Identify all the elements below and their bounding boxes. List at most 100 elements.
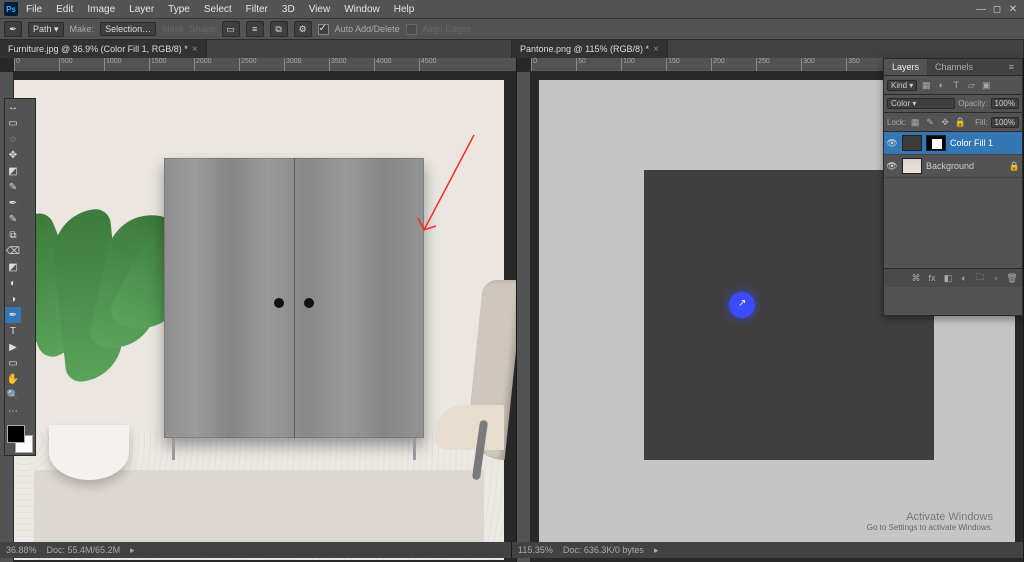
window-minimize-icon[interactable]: — [974,2,988,16]
layer-thumbnail[interactable] [902,158,922,174]
document-tab-right[interactable]: Pantone.png @ 115% (RGB/8) * × [512,40,668,58]
make-selection-button[interactable]: Selection… [100,22,156,36]
align-edges-checkbox[interactable] [406,24,417,35]
visibility-toggle-icon[interactable]: 👁 [886,137,898,149]
path-arrangement-icon[interactable]: ⧉ [270,21,288,37]
layer-thumbnail[interactable] [902,135,922,151]
menu-3d[interactable]: 3D [276,4,301,15]
path-select-tool-icon[interactable]: ▶ [5,339,21,355]
type-tool-icon[interactable]: T [5,323,21,339]
lock-transparency-icon[interactable]: ▦ [909,116,921,128]
layer-row-colorfill[interactable]: 👁 Color Fill 1 [884,132,1022,155]
zoom-level-right[interactable]: 115.35% [518,545,553,555]
menu-select[interactable]: Select [198,4,238,15]
hand-tool-icon[interactable]: ✋ [5,371,21,387]
lock-all-icon[interactable]: 🔒 [954,116,966,128]
path-alignment-icon[interactable]: ≡ [246,21,264,37]
status-disclosure-icon[interactable]: ▸ [654,545,659,556]
menu-file[interactable]: File [20,4,48,15]
adjustment-layer-icon[interactable]: ◐ [958,272,970,284]
layer-mask-thumbnail[interactable] [926,135,946,151]
layer-style-icon[interactable]: fx [926,272,938,284]
gradient-tool-icon[interactable]: ◩ [5,259,21,275]
window-maximize-icon[interactable]: ◻ [990,2,1004,16]
dodge-tool-icon[interactable]: ◑ [5,291,21,307]
path-mode-select[interactable]: Path ▾ [28,22,64,37]
lasso-tool-icon[interactable]: ◌ [5,131,21,147]
opacity-label: Opacity: [958,99,987,108]
ruler-horizontal[interactable]: 0 500 1000 1500 2000 2500 3000 3500 4000… [14,58,516,72]
pen-tool-icon[interactable]: ✒ [5,307,21,323]
ruler-vertical[interactable] [517,72,531,562]
menu-edit[interactable]: Edit [50,4,79,15]
zoom-level-left[interactable]: 36.88% [6,545,37,555]
eraser-tool-icon[interactable]: ⌫ [5,243,21,259]
close-tab-icon[interactable]: × [653,44,659,55]
new-layer-icon[interactable]: ▫ [990,272,1002,284]
menu-bar: Ps File Edit Image Layer Type Select Fil… [0,0,1024,18]
doc-size-left[interactable]: Doc: 55.4M/65.2M [47,545,121,555]
ruler-tick: 0 [531,58,576,71]
blend-mode-select[interactable]: Color ▾ [887,98,955,109]
tool-preset-icon[interactable]: ✒ [4,21,22,37]
spot-heal-tool-icon[interactable]: ✒ [5,195,21,211]
lock-position-icon[interactable]: ✥ [939,116,951,128]
group-icon[interactable]: 🗀 [974,272,986,284]
path-operations-icon[interactable]: ▭ [222,21,240,37]
menu-layer[interactable]: Layer [123,4,160,15]
armchair [424,280,504,480]
auto-add-delete-checkbox[interactable] [318,24,329,35]
marquee-tool-icon[interactable]: ▭ [5,115,21,131]
window-close-icon[interactable]: ✕ [1006,2,1020,16]
filter-smart-icon[interactable]: ▣ [980,79,992,91]
menu-filter[interactable]: Filter [240,4,274,15]
layers-panel-footer: ⌘ fx ◧ ◐ 🗀 ▫ 🗑 [884,268,1022,287]
lock-pixels-icon[interactable]: ✎ [924,116,936,128]
filter-shape-icon[interactable]: ▱ [965,79,977,91]
zoom-tool-icon[interactable]: 🔍 [5,387,21,403]
color-swatches[interactable] [5,423,35,455]
menu-view[interactable]: View [303,4,337,15]
make-shape-button[interactable]: Shape [190,24,216,34]
visibility-toggle-icon[interactable]: 👁 [886,160,898,172]
filter-type-icon[interactable]: T [950,79,962,91]
menu-help[interactable]: Help [388,4,421,15]
layer-filter-kind[interactable]: Kind ▾ [887,80,917,91]
opacity-value[interactable]: 100% [991,98,1019,109]
layer-mask-icon[interactable]: ◧ [942,272,954,284]
status-disclosure-icon[interactable]: ▸ [130,545,135,556]
brush-tool-icon[interactable]: ✎ [5,211,21,227]
quick-select-tool-icon[interactable]: ✥ [5,147,21,163]
document-tab-right-label: Pantone.png @ 115% (RGB/8) * [520,44,649,54]
move-tool-icon[interactable]: ↔ [5,99,21,115]
close-tab-icon[interactable]: × [192,44,198,55]
make-mask-button[interactable]: Mask [162,24,184,34]
fill-value[interactable]: 100% [991,117,1019,128]
link-layers-icon[interactable]: ⌘ [910,272,922,284]
panel-menu-icon[interactable]: ≡ [1001,59,1022,75]
menu-type[interactable]: Type [162,4,196,15]
layers-panel[interactable]: Layers Channels ≡ Kind ▾ ▦ ◐ T ▱ ▣ Color… [883,58,1023,316]
crop-tool-icon[interactable]: ◩ [5,163,21,179]
canvas-left[interactable] [14,72,516,562]
menu-window[interactable]: Window [338,4,386,15]
delete-layer-icon[interactable]: 🗑 [1006,272,1018,284]
menu-image[interactable]: Image [81,4,121,15]
filter-adjust-icon[interactable]: ◐ [935,79,947,91]
shape-tool-icon[interactable]: ▭ [5,355,21,371]
eyedropper-tool-icon[interactable]: ✎ [5,179,21,195]
clone-tool-icon[interactable]: ⧉ [5,227,21,243]
layers-tab[interactable]: Layers [884,59,927,75]
foreground-color-swatch[interactable] [7,425,25,443]
document-tab-left[interactable]: Furniture.jpg @ 36.9% (Color Fill 1, RGB… [0,40,207,58]
channels-tab[interactable]: Channels [927,59,981,75]
layer-row-background[interactable]: 👁 Background 🔒 [884,155,1022,178]
ruler-tick: 200 [711,58,756,71]
path-options-gear-icon[interactable]: ⚙ [294,21,312,37]
tools-panel[interactable]: ↔ ▭ ◌ ✥ ◩ ✎ ✒ ✎ ⧉ ⌫ ◩ ◐ ◑ ✒ T ▶ ▭ ✋ 🔍 ⋯ [4,98,36,456]
filter-pixel-icon[interactable]: ▦ [920,79,932,91]
doc-size-right[interactable]: Doc: 636.3K/0 bytes [563,545,644,555]
blur-tool-icon[interactable]: ◐ [5,275,21,291]
edit-toolbar-icon[interactable]: ⋯ [5,403,21,419]
document-view-left: 0 500 1000 1500 2000 2500 3000 3500 4000… [0,58,517,562]
